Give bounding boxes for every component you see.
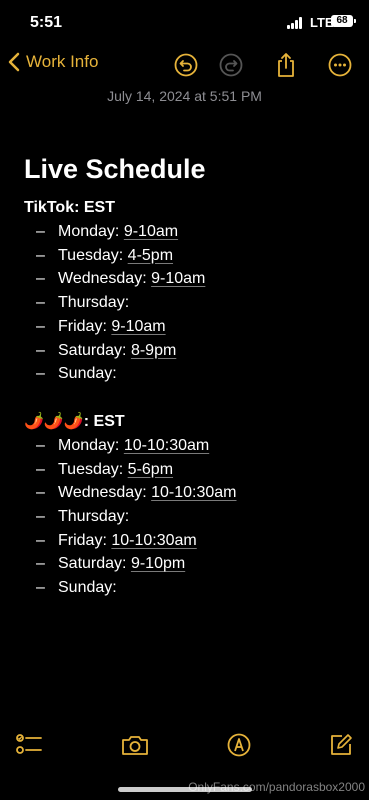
more-icon: [328, 53, 352, 77]
battery-icon: 68: [331, 15, 353, 27]
time-link[interactable]: 9-10am: [151, 267, 205, 291]
list-item: – Monday: 9-10am: [24, 220, 354, 244]
time-link[interactable]: 9-10am: [124, 220, 178, 244]
time-link[interactable]: 9-10pm: [131, 552, 185, 576]
day-label: Wednesday:: [58, 484, 147, 502]
back-label: Work Info: [26, 52, 99, 71]
compose-button[interactable]: [326, 730, 356, 760]
day-label: Friday:: [58, 317, 107, 335]
day-label: Sunday:: [58, 365, 117, 383]
day-label: Monday:: [58, 223, 120, 240]
camera-icon: [122, 736, 148, 755]
list-item: – Sunday:: [24, 362, 354, 386]
time-link[interactable]: 8-9pm: [131, 339, 176, 363]
status-bar: 5:51 LTE 68: [0, 0, 369, 44]
list-item: – Sunday:: [24, 576, 354, 600]
checklist-icon: [16, 734, 42, 754]
time-link[interactable]: 9-10am: [111, 315, 165, 339]
day-label: Tuesday:: [58, 246, 124, 264]
markup-pen-icon: [227, 733, 251, 757]
status-time: 5:51: [30, 14, 63, 31]
day-label: Thursday:: [58, 294, 130, 312]
battery-tip: [354, 19, 356, 23]
list-item: – Friday: 9-10am: [24, 315, 354, 339]
time-link[interactable]: 5-6pm: [128, 458, 173, 482]
home-indicator[interactable]: [118, 787, 252, 792]
section-heading-peppers: 🌶️🌶️🌶️: EST: [24, 410, 354, 434]
share-button[interactable]: [273, 52, 299, 78]
checklist-button[interactable]: [14, 730, 44, 760]
section-heading-text: : EST: [83, 412, 125, 430]
time-link[interactable]: 10-10:30am: [151, 481, 236, 505]
more-button[interactable]: [327, 52, 353, 78]
note-title: Live Schedule: [24, 154, 206, 184]
undo-button[interactable]: [173, 52, 199, 78]
list-item: – Tuesday: 5-6pm: [24, 458, 354, 482]
nav-bar: Work Info: [0, 46, 369, 86]
compose-icon: [331, 734, 352, 755]
time-link[interactable]: 10-10:30am: [124, 434, 209, 458]
note-date: July 14, 2024 at 5:51 PM: [107, 88, 262, 104]
list-item: – Wednesday: 9-10am: [24, 267, 354, 291]
markup-button[interactable]: [224, 730, 254, 760]
chili-pepper-icon: 🌶️🌶️🌶️: [24, 412, 84, 430]
day-label: Thursday:: [58, 508, 130, 526]
back-button[interactable]: Work Info: [8, 52, 98, 72]
day-label: Friday:: [58, 531, 107, 549]
undo-icon: [174, 53, 198, 77]
day-label: Sunday:: [58, 579, 117, 597]
redo-button[interactable]: [218, 52, 244, 78]
redo-icon: [219, 53, 243, 77]
day-label: Wednesday:: [58, 270, 147, 288]
list-item: – Saturday: 8-9pm: [24, 339, 354, 363]
day-label: Saturday:: [58, 341, 127, 359]
list-item: – Monday: 10-10:30am: [24, 434, 354, 458]
list-item: – Friday: 10-10:30am: [24, 529, 354, 553]
list-item: – Thursday:: [24, 505, 354, 529]
chevron-left-icon: [8, 52, 20, 72]
signal-icon: [287, 17, 305, 29]
day-label: Tuesday:: [58, 460, 124, 478]
list-item: – Wednesday: 10-10:30am: [24, 481, 354, 505]
note-body[interactable]: Live Schedule TikTok: EST – Monday: 9-10a…: [24, 152, 354, 600]
list-item: – Tuesday: 4-5pm: [24, 244, 354, 268]
day-label: Monday:: [58, 436, 120, 454]
section-heading-tiktok: TikTok: EST: [24, 199, 115, 216]
list-item: – Thursday:: [24, 291, 354, 315]
time-link[interactable]: 4-5pm: [128, 244, 173, 268]
share-icon: [278, 53, 294, 77]
list-item: – Saturday: 9-10pm: [24, 552, 354, 576]
day-label: Saturday:: [58, 555, 127, 573]
time-link[interactable]: 10-10:30am: [111, 529, 196, 553]
camera-button[interactable]: [120, 730, 150, 760]
bottom-toolbar: [0, 728, 369, 764]
